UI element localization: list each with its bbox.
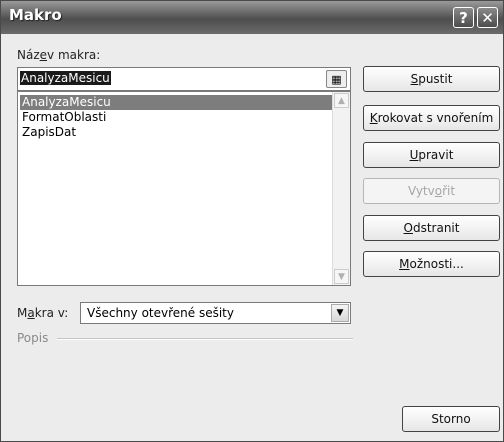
macro-name-input[interactable]: AnalyzaMesicu ▦ bbox=[17, 67, 351, 91]
range-picker-icon: ▦ bbox=[331, 72, 342, 86]
macros-in-select[interactable]: Všechny otevřené sešity ▼ bbox=[80, 302, 351, 324]
macro-name-value: AnalyzaMesicu bbox=[20, 71, 111, 85]
down-arrow-icon[interactable]: ▼ bbox=[334, 269, 349, 284]
cancel-button[interactable]: Storno bbox=[402, 406, 500, 432]
description-label: Popis bbox=[17, 331, 49, 345]
macros-in-label: Makra v: bbox=[17, 306, 69, 320]
list-item[interactable]: ZapisDat bbox=[20, 125, 334, 140]
title-bar: Makro ? ✕ bbox=[1, 1, 503, 34]
macro-dialog: Makro ? ✕ Název makra: AnalyzaMesicu ▦ A… bbox=[0, 0, 504, 442]
dialog-title: Makro bbox=[9, 6, 62, 24]
description-divider bbox=[57, 338, 353, 340]
help-button[interactable]: ? bbox=[453, 7, 474, 28]
range-picker-button[interactable]: ▦ bbox=[326, 70, 347, 88]
chevron-down-icon[interactable]: ▼ bbox=[331, 304, 349, 322]
options-button[interactable]: Možnosti... bbox=[363, 251, 500, 277]
close-icon: ✕ bbox=[481, 8, 494, 27]
macros-in-value: Všechny otevřené sešity bbox=[87, 306, 234, 320]
close-button[interactable]: ✕ bbox=[477, 7, 498, 28]
step-into-button[interactable]: Krokovat s vnořením bbox=[363, 105, 500, 131]
delete-button[interactable]: Odstranit bbox=[363, 215, 500, 241]
run-button[interactable]: Spustit bbox=[363, 66, 500, 92]
list-item[interactable]: FormatOblasti bbox=[20, 110, 334, 125]
create-button: Vytv o řit bbox=[363, 178, 500, 204]
edit-button[interactable]: Upravit bbox=[363, 142, 500, 168]
list-item[interactable]: AnalyzaMesicu bbox=[20, 95, 334, 110]
macro-name-label: Název makra: bbox=[17, 48, 101, 62]
help-icon: ? bbox=[459, 8, 468, 27]
up-arrow-icon[interactable]: ▲ bbox=[334, 93, 349, 108]
list-scrollbar[interactable]: ▲ ▼ bbox=[332, 92, 350, 285]
macro-list[interactable]: AnalyzaMesicu FormatOblasti ZapisDat ▲ ▼ bbox=[17, 91, 351, 286]
